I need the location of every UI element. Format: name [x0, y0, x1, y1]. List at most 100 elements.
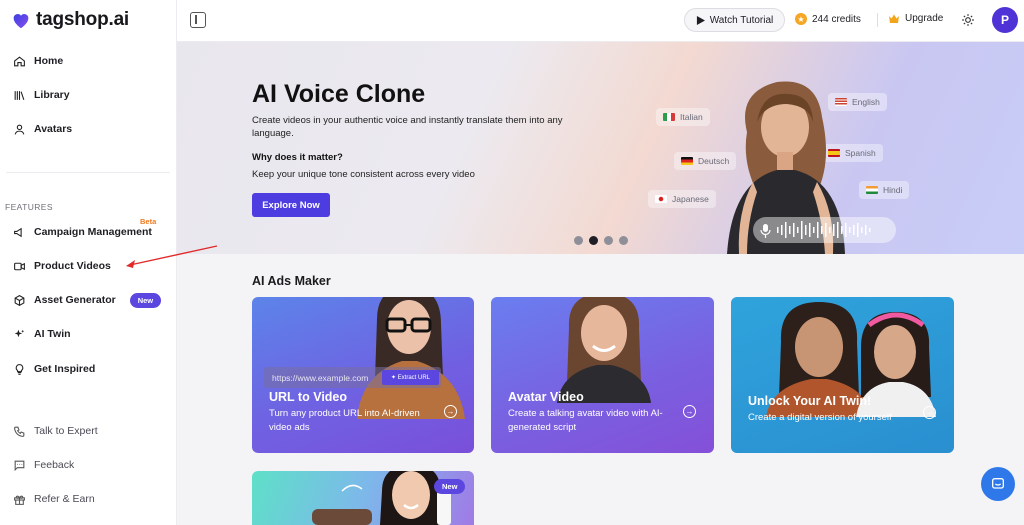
section-title-ai-ads-maker: AI Ads Maker	[252, 274, 331, 288]
flag-japan-icon	[655, 195, 667, 203]
sidebar-item-feedback[interactable]: Feeback	[13, 456, 74, 474]
carousel-dot-active[interactable]	[589, 236, 598, 245]
lightbulb-icon	[15, 363, 24, 375]
arrow-right-icon[interactable]: →	[923, 406, 936, 419]
sidebar-item-ai-twin[interactable]: AI Twin	[13, 325, 71, 343]
hero-banner: AI Voice Clone Create videos in your aut…	[177, 42, 1024, 254]
logo[interactable]: tagshop.ai	[10, 9, 129, 31]
watch-tutorial-label: Watch Tutorial	[709, 14, 774, 26]
sidebar: tagshop.ai Home Library Avatars FEATURES…	[0, 0, 177, 525]
credits-display[interactable]: ★ 244 credits	[795, 13, 861, 25]
wand-icon: ✦	[390, 375, 398, 381]
crown-icon	[889, 14, 899, 23]
sidebar-item-label: Get Inspired	[34, 363, 96, 375]
carousel-dot[interactable]	[574, 236, 583, 245]
extract-url-label: Extract URL	[397, 374, 431, 381]
microphone-icon	[760, 221, 871, 239]
new-badge: New	[434, 479, 466, 494]
library-icon	[14, 90, 25, 100]
sidebar-item-asset-generator[interactable]: Asset Generator New	[13, 291, 162, 309]
hero-subtext: Keep your unique tone consistent across …	[252, 169, 475, 180]
card-title: URL to Video	[269, 390, 348, 404]
card-description: Turn any product URL into AI-driven vide…	[269, 408, 420, 433]
sidebar-item-get-inspired[interactable]: Get Inspired	[13, 360, 95, 378]
credits-label: 244 credits	[812, 13, 861, 25]
sidebar-item-refer-earn[interactable]: Refer & Earn	[13, 490, 95, 508]
user-avatar[interactable]: P	[992, 7, 1018, 33]
sidebar-item-label: Avatars	[34, 123, 73, 135]
sidebar-item-label: Talk to Expert	[34, 425, 98, 437]
sidebar-item-product-videos[interactable]: Product Videos	[13, 257, 111, 275]
megaphone-icon	[14, 227, 22, 237]
video-icon	[14, 262, 25, 270]
language-chip-hindi: Hindi	[859, 181, 910, 199]
hero-question: Why does it matter?	[252, 152, 343, 163]
sidebar-item-label: Campaign Management	[34, 226, 152, 238]
card-title: Avatar Video	[508, 390, 584, 404]
sidebar-item-avatars[interactable]: Avatars	[13, 120, 72, 138]
sidebar-item-label: Library	[34, 89, 70, 101]
sidebar-item-home[interactable]: Home	[13, 52, 63, 70]
card-description: Create a talking avatar video with AI-ge…	[508, 408, 663, 433]
topbar-separator	[877, 13, 878, 27]
explore-now-button[interactable]: Explore Now	[252, 193, 330, 217]
carousel-dot[interactable]	[619, 236, 628, 245]
card-title: Unlock Your AI Twin!	[748, 394, 872, 408]
home-icon	[14, 55, 25, 66]
sidebar-item-talk-to-expert[interactable]: Talk to Expert	[13, 422, 98, 440]
sidebar-item-library[interactable]: Library	[13, 86, 70, 104]
theme-toggle-icon[interactable]	[961, 13, 975, 27]
carousel-dots	[574, 236, 628, 245]
sidebar-item-label: AI Twin	[34, 328, 71, 340]
language-chip-japanese: Japanese	[648, 190, 716, 208]
sidebar-divider	[6, 172, 170, 173]
language-chip-italian: Italian	[656, 108, 710, 126]
sidebar-item-label: Home	[34, 55, 64, 67]
heart-logo-icon	[13, 14, 29, 29]
language-label: Japanese	[672, 194, 709, 204]
sidebar-item-label: Product Videos	[34, 260, 111, 272]
play-icon	[696, 15, 705, 25]
hero-description: Create videos in your authentic voice an…	[252, 115, 563, 139]
phone-icon	[14, 426, 25, 437]
user-icon	[14, 124, 25, 135]
card-avatar-person-image	[557, 297, 651, 403]
coin-icon: ★	[795, 13, 807, 25]
chat-bubble-icon	[992, 478, 1004, 489]
sidebar-item-label: Refer & Earn	[34, 493, 95, 505]
chat-support-button[interactable]	[981, 467, 1015, 501]
hero-title: AI Voice Clone	[252, 80, 426, 108]
sidebar-toggle-icon[interactable]	[190, 12, 206, 28]
card-url-to-video[interactable]: https://www.example.com ✦ Extract URL UR…	[252, 297, 474, 453]
flag-germany-icon	[681, 157, 693, 165]
upgrade-label: Upgrade	[905, 13, 944, 24]
sidebar-item-campaign-management[interactable]: Campaign Management	[13, 223, 152, 241]
arrow-right-icon[interactable]: →	[444, 405, 457, 418]
chat-icon	[14, 460, 25, 471]
extract-url-button[interactable]: ✦ Extract URL	[382, 370, 439, 385]
section-label-features: FEATURES	[5, 202, 53, 212]
upgrade-button[interactable]: Upgrade	[888, 13, 943, 24]
card-product-video[interactable]: New	[252, 471, 474, 525]
new-badge: New	[129, 292, 162, 308]
flag-italy-icon	[663, 113, 675, 121]
carousel-dot[interactable]	[604, 236, 613, 245]
sparkle-icon	[14, 329, 25, 337]
card-description: Create a digital version of yourself	[748, 412, 892, 423]
card-ai-twin[interactable]: Unlock Your AI Twin! Create a digital ve…	[731, 297, 954, 453]
voice-waveform	[753, 217, 896, 243]
arrow-right-icon[interactable]: →	[683, 405, 696, 418]
logo-text: tagshop.ai	[36, 9, 130, 30]
watch-tutorial-button[interactable]: Watch Tutorial	[684, 8, 785, 32]
sidebar-item-label: Feeback	[34, 459, 75, 471]
language-label: English	[852, 97, 880, 107]
cube-icon	[14, 294, 25, 306]
gift-icon	[14, 495, 25, 505]
topbar: Watch Tutorial ★ 244 credits Upgrade P	[177, 0, 1024, 42]
card-avatar-video[interactable]: Avatar Video Create a talking avatar vid…	[491, 297, 714, 453]
flag-india-icon	[866, 186, 878, 194]
card-url-person-image	[357, 297, 465, 419]
sidebar-item-label: Asset Generator	[34, 294, 116, 306]
language-label: Hindi	[883, 185, 903, 195]
language-label: Italian	[680, 112, 703, 122]
